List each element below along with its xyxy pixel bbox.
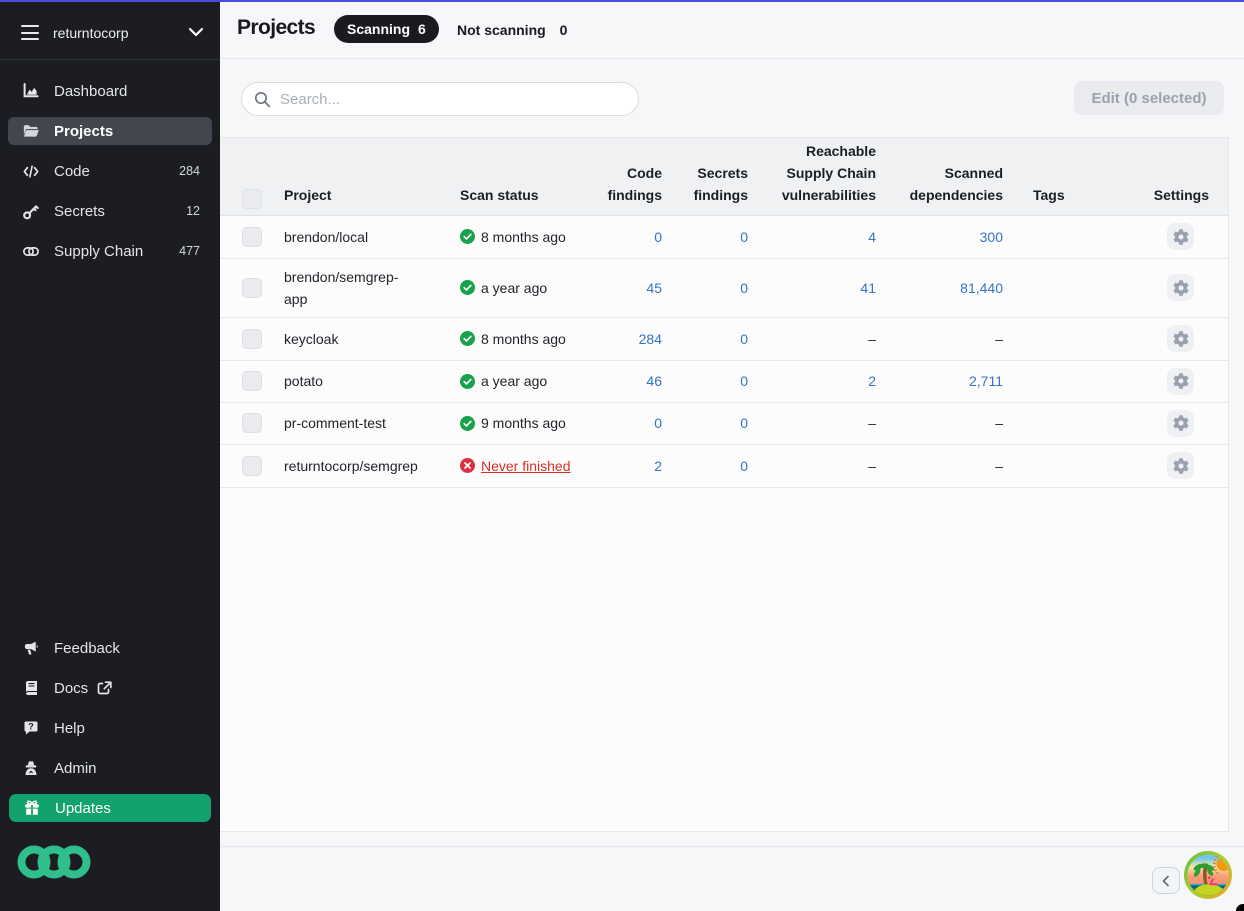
svg-text:?: ?	[28, 722, 34, 732]
